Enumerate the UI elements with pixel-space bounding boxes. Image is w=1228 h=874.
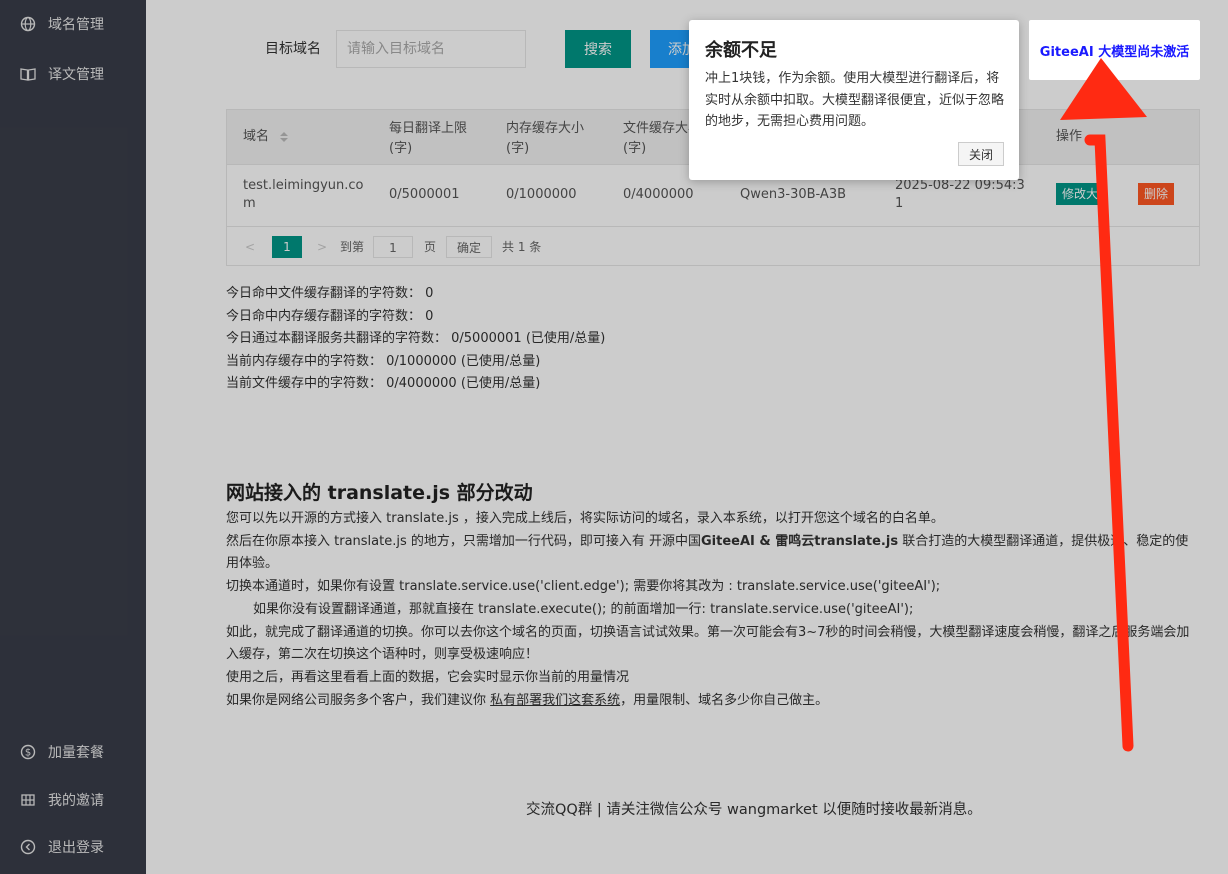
activation-notice[interactable]: GiteeAI 大模型尚未激活 bbox=[1029, 20, 1200, 80]
dialog-title: 余额不足 bbox=[705, 40, 777, 61]
insufficient-balance-dialog: 余额不足 冲上1块钱，作为余额。使用大模型进行翻译后，将实时从余额中扣取。大模型… bbox=[689, 20, 1019, 180]
modal-overlay[interactable] bbox=[0, 0, 1228, 874]
close-button[interactable]: 关闭 bbox=[958, 142, 1004, 166]
dialog-body: 冲上1块钱，作为余额。使用大模型进行翻译后，将实时从余额中扣取。大模型翻译很便宜… bbox=[705, 71, 1005, 129]
